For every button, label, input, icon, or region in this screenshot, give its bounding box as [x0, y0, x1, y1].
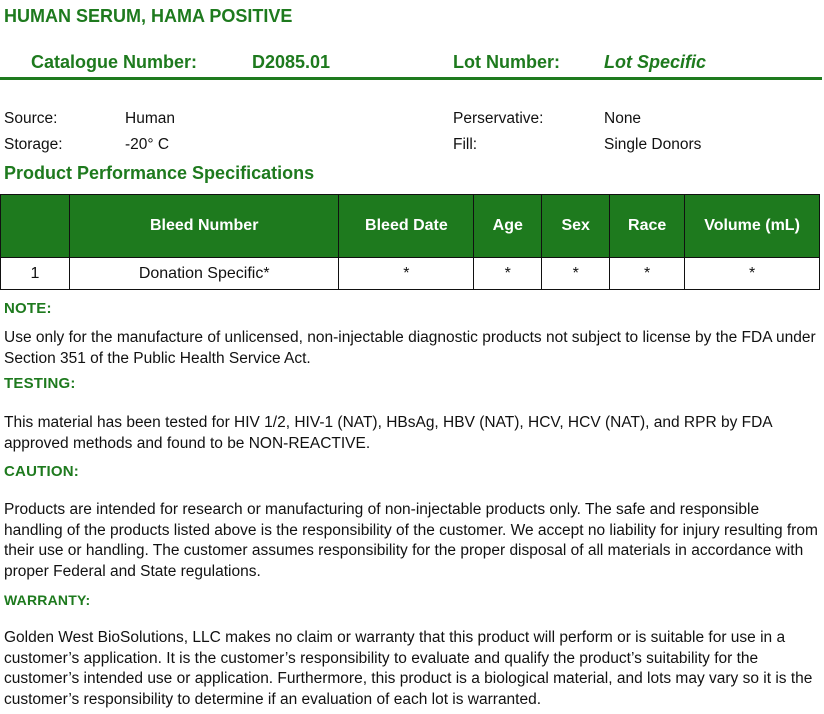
note-text: Use only for the manufacture of unlicens… — [4, 329, 816, 367]
preservative-value: None — [604, 110, 642, 127]
catalogue-row: Catalogue Number: D2085.01 Lot Number: L… — [0, 50, 822, 78]
source-value: Human — [125, 110, 175, 127]
document-title: HUMAN SERUM, HAMA POSITIVE — [4, 6, 293, 26]
cell-bleed-date: * — [338, 257, 475, 290]
catalogue-number-value: D2085.01 — [252, 52, 331, 72]
warranty-text: Golden West BioSolutions, LLC makes no c… — [4, 629, 813, 708]
cell-index: 1 — [0, 257, 70, 290]
lot-number-label: Lot Number: — [453, 52, 560, 72]
preservative-label: Perservative: — [453, 110, 544, 127]
lot-number-value: Lot Specific — [604, 52, 707, 72]
caution-text: Products are intended for research or ma… — [4, 501, 818, 580]
specs-title: Product Performance Specifications — [4, 163, 315, 183]
cell-age: * — [473, 257, 543, 290]
storage-value: -20° C — [125, 136, 170, 153]
column-header-volume: Volume (mL) — [684, 194, 820, 258]
column-header-sex: Sex — [541, 194, 611, 258]
testing-text: This material has been tested for HIV 1/… — [4, 414, 772, 452]
cell-race: * — [609, 257, 686, 290]
cell-sex: * — [541, 257, 611, 290]
catalogue-number-label: Catalogue Number: — [31, 52, 198, 72]
fill-value: Single Donors — [604, 136, 702, 153]
table-row: 1 Donation Specific* * * * * * — [0, 257, 820, 290]
column-header-race: Race — [609, 194, 686, 258]
storage-label: Storage: — [4, 136, 63, 153]
fill-label: Fill: — [453, 136, 478, 153]
testing-heading: TESTING: — [4, 375, 76, 392]
specs-table: Bleed Number Bleed Date Age Sex Race Vol… — [0, 194, 820, 290]
column-header-age: Age — [473, 194, 543, 258]
caution-heading: CAUTION: — [4, 463, 79, 480]
warranty-heading: WARRANTY: — [4, 592, 91, 608]
source-label: Source: — [4, 110, 58, 127]
cell-bleed-number: Donation Specific* — [68, 257, 340, 290]
cell-volume: * — [684, 257, 820, 290]
specs-header-row: Bleed Number Bleed Date Age Sex Race Vol… — [0, 194, 820, 258]
catalogue-divider — [0, 77, 822, 80]
column-header-bleed-number: Bleed Number — [68, 194, 340, 258]
column-header-index — [0, 194, 70, 258]
column-header-bleed-date: Bleed Date — [338, 194, 475, 258]
note-heading: NOTE: — [4, 300, 52, 317]
